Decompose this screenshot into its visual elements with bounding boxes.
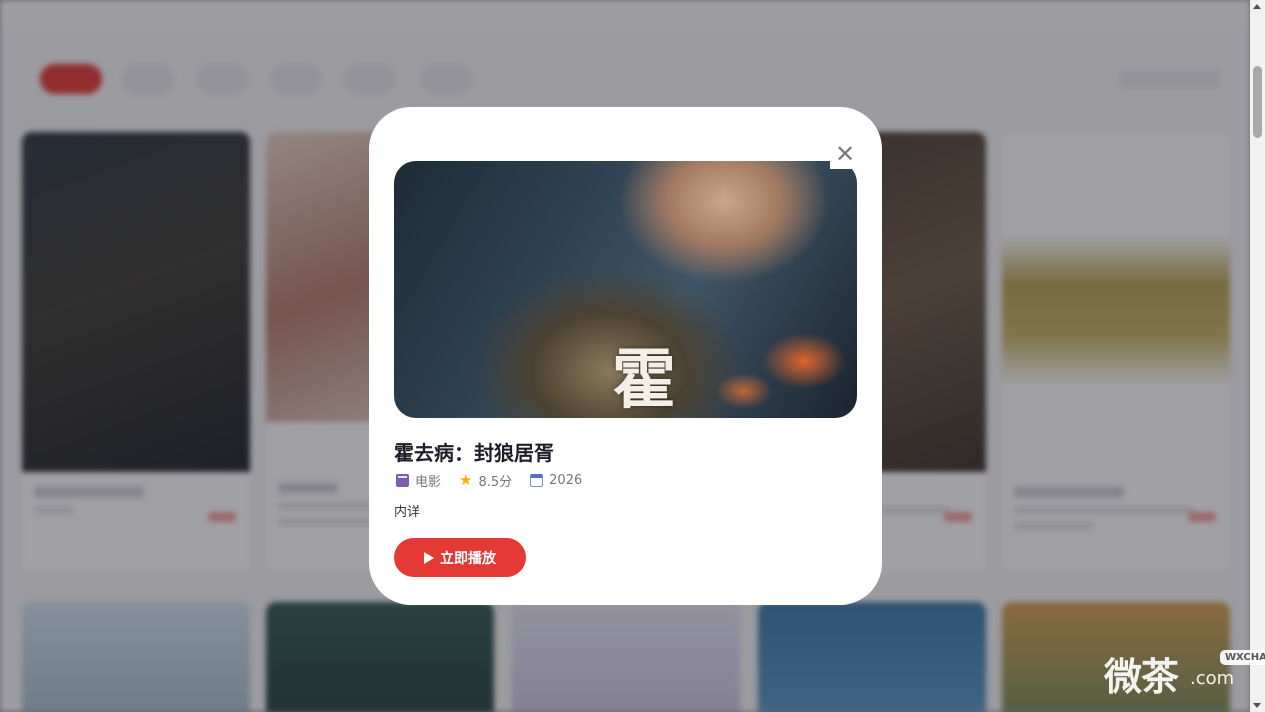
- category-text: 电影: [415, 475, 442, 490]
- play-now-button[interactable]: 立即播放: [394, 538, 526, 577]
- play-label: 立即播放: [440, 550, 496, 567]
- watermark-suffix: .com: [1190, 668, 1235, 689]
- close-icon[interactable]: ✕: [835, 142, 855, 166]
- play-icon: [424, 551, 434, 564]
- movie-hero-image: 霍: [394, 161, 857, 418]
- year-text: 2026: [549, 473, 583, 488]
- movie-description: 内详: [394, 505, 421, 520]
- watermark-main: 微茶: [1104, 655, 1179, 699]
- movie-meta: 电影 ★ 8.5分 2026: [396, 471, 600, 490]
- scroll-up-arrow-icon[interactable]: [1253, 4, 1261, 9]
- watermark-logo: 微茶 WXCHA .com: [1104, 646, 1265, 699]
- hero-title-glyph: 霍: [612, 343, 676, 418]
- calendar-icon: [530, 474, 544, 487]
- movie-detail-modal: ✕ 霍 霍去病：封狼居胥 电影 ★ 8.5分 2026 内详 立即播放: [369, 107, 882, 605]
- rating-text: 8.5分: [478, 475, 513, 490]
- scrollbar[interactable]: [1250, 0, 1265, 712]
- close-button[interactable]: ✕: [830, 139, 860, 169]
- star-icon: ★: [459, 471, 473, 489]
- meta-rating: ★ 8.5分: [459, 471, 513, 491]
- meta-category: 电影: [396, 471, 441, 490]
- watermark-badge: WXCHA: [1220, 650, 1265, 665]
- scroll-down-arrow-icon[interactable]: [1253, 703, 1261, 708]
- meta-year: 2026: [530, 473, 582, 488]
- movie-title: 霍去病：封狼居胥: [394, 441, 554, 465]
- film-icon: [396, 474, 409, 487]
- scroll-thumb[interactable]: [1253, 66, 1262, 138]
